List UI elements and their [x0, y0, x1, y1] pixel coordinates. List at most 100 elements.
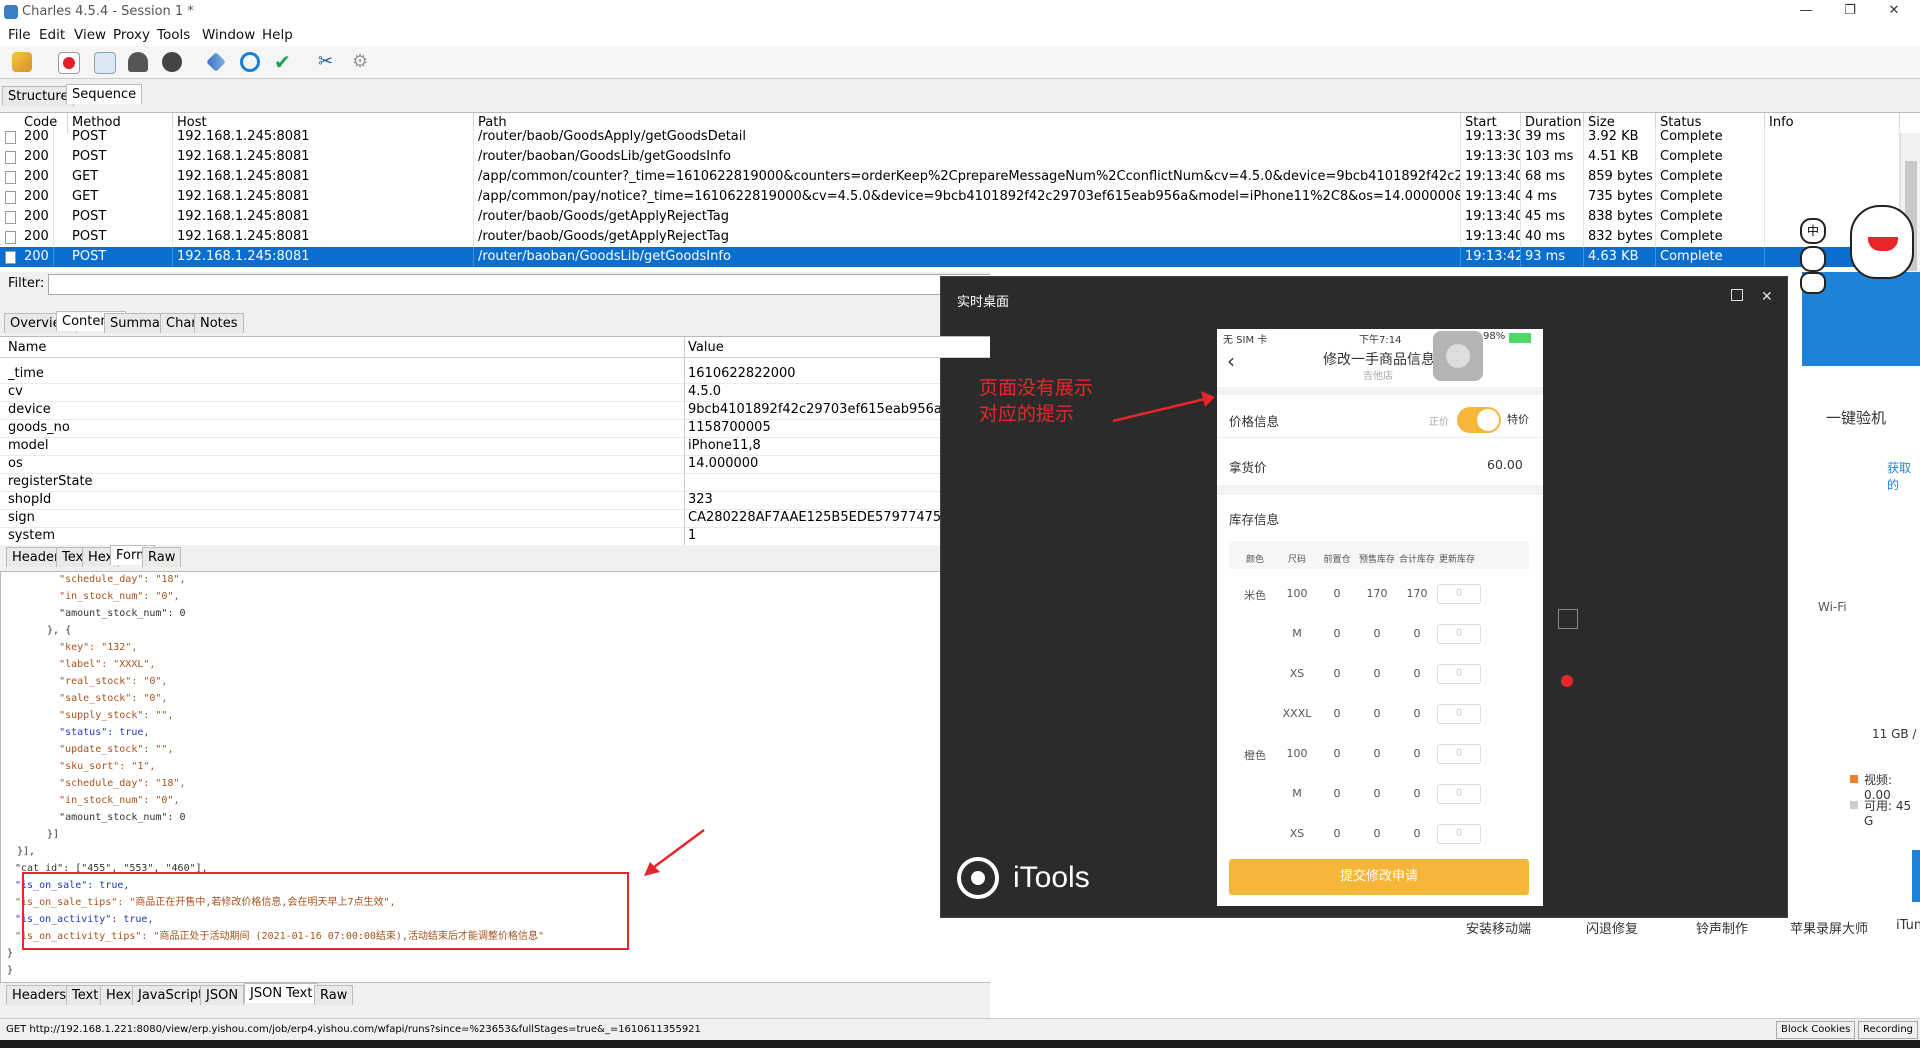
json-line: "schedule_day": "18", [35, 574, 186, 585]
form-row[interactable]: sign CA280228AF7AAE125B5EDE57977475AC [0, 509, 990, 528]
phone-time: 下午7:14 [1359, 335, 1402, 346]
cell-status: Complete [1656, 207, 1765, 227]
stock-update-input[interactable]: 0 [1437, 824, 1481, 844]
maximize-button[interactable]: ❐ [1830, 0, 1870, 22]
throttle-icon[interactable] [94, 52, 116, 74]
tab-sequence[interactable]: Sequence [66, 84, 143, 104]
annotation-line-2: 对应的提示 [979, 403, 1075, 425]
back-chevron-icon[interactable]: ‹ [1227, 349, 1235, 373]
request-tab-raw[interactable]: Raw [142, 547, 182, 567]
stock-cell-total: 0 [1413, 627, 1421, 640]
form-row[interactable]: registerState [0, 473, 990, 492]
itools-maximize-icon[interactable] [1731, 289, 1743, 301]
stock-update-input[interactable]: 0 [1437, 664, 1481, 684]
menu-edit[interactable]: Edit [39, 27, 65, 43]
tool-crash-repair[interactable]: 闪退修复 [1586, 918, 1638, 937]
tools-icon[interactable]: ✂ [318, 52, 338, 72]
tab-structure[interactable]: Structure [2, 86, 75, 106]
stock-update-input[interactable]: 0 [1437, 784, 1481, 804]
menu-file[interactable]: File [8, 27, 31, 43]
special-price-toggle[interactable] [1457, 407, 1501, 433]
cell-code: 200 [20, 127, 54, 147]
bg-link[interactable]: 获取的 [1887, 459, 1920, 493]
minimize-button[interactable]: — [1786, 0, 1826, 22]
table-row[interactable]: 200 POST 192.168.1.245:8081/router/baob/Go… [0, 227, 1900, 247]
response-tab-headers[interactable]: Headers [6, 985, 73, 1005]
cell-size: 4.51 KB [1584, 147, 1656, 167]
check-icon[interactable]: ✔ [274, 52, 294, 72]
ime-punctuation-icon[interactable] [1800, 246, 1826, 272]
response-tab-javascript[interactable]: JavaScript [132, 985, 210, 1005]
block-cookies-button[interactable]: Block Cookies [1776, 1021, 1856, 1039]
form-row[interactable]: _time 1610622822000 [0, 365, 990, 384]
red-arrow-icon [644, 828, 705, 876]
form-value: iPhone11,8 [688, 438, 761, 453]
ime-chinese-icon[interactable]: 中 [1800, 218, 1826, 244]
form-row[interactable]: model iPhone11,8 [0, 437, 990, 456]
assistive-touch-button[interactable] [1433, 331, 1483, 381]
request-doc-icon [5, 171, 16, 184]
response-tab-json-text[interactable]: JSON Text [244, 983, 319, 1003]
form-row[interactable]: goods_no 1158700005 [0, 419, 990, 438]
tool-itunes[interactable]: iTun [1896, 918, 1920, 933]
form-row[interactable]: system 1 [0, 527, 990, 545]
cost-value: 60.00 [1487, 457, 1523, 472]
settings-icon[interactable]: ⚙ [352, 52, 372, 72]
mascot-watermelon [1868, 237, 1898, 251]
menu-view[interactable]: View [74, 27, 106, 43]
table-row[interactable]: 200 POST 192.168.1.245:8081/router/baob/Go… [0, 127, 1900, 147]
ime-skin-icon[interactable] [1800, 272, 1826, 294]
stock-cell-size: XS [1289, 827, 1305, 840]
turtle-icon[interactable] [128, 52, 148, 72]
mascot-icon[interactable] [1850, 205, 1914, 279]
table-row[interactable]: 200 POST 192.168.1.245:8081/router/baoban/… [0, 147, 1900, 167]
one-key-check[interactable]: 一键验机 [1826, 407, 1886, 428]
menu-tools[interactable]: Tools [157, 27, 190, 43]
cell-duration: 93 ms [1521, 247, 1584, 267]
form-value: 323 [688, 492, 713, 507]
table-row[interactable]: 200 POST 192.168.1.245:8081/router/baoban/… [0, 247, 1900, 267]
cell-size: 735 bytes [1584, 187, 1656, 207]
menu-proxy[interactable]: Proxy [113, 27, 150, 43]
menu-window[interactable]: Window [202, 27, 255, 43]
stock-update-input[interactable]: 0 [1437, 744, 1481, 764]
record-button[interactable] [58, 52, 80, 74]
form-row[interactable]: cv 4.5.0 [0, 383, 990, 402]
form-header-name: Name [8, 340, 47, 355]
tool-ringtone[interactable]: 铃声制作 [1696, 918, 1748, 937]
table-row[interactable]: 200 GET 192.168.1.245:8081/app/common/coun… [0, 167, 1900, 187]
refresh-icon[interactable] [240, 52, 260, 72]
request-table: Code Method Host Path Start Duration Siz… [0, 112, 1920, 274]
itools-close-icon[interactable]: ✕ [1761, 289, 1773, 305]
fullscreen-icon[interactable] [1558, 609, 1578, 629]
close-button[interactable]: ✕ [1874, 0, 1914, 22]
table-row[interactable]: 200 POST 192.168.1.245:8081/router/baob/Go… [0, 207, 1900, 227]
response-tab-text[interactable]: Text [66, 985, 105, 1005]
response-tab-raw[interactable]: Raw [314, 985, 354, 1005]
cell-host: 192.168.1.245:8081 [173, 127, 474, 147]
recording-button[interactable]: Recording [1858, 1021, 1919, 1039]
form-key: _time [8, 366, 44, 381]
cell-method: GET [68, 187, 173, 207]
breakpoint-icon[interactable] [162, 52, 182, 72]
cell-duration: 45 ms [1521, 207, 1584, 227]
tool-install-mobile[interactable]: 安装移动端 [1466, 918, 1531, 937]
form-row[interactable]: os 14.000000 [0, 455, 990, 474]
broom-icon[interactable] [12, 52, 32, 72]
pen-icon[interactable] [206, 52, 226, 72]
stock-update-input[interactable]: 0 [1437, 584, 1481, 604]
submit-change-button[interactable]: 提交修改申请 [1229, 859, 1529, 895]
itunes-icon[interactable] [1912, 850, 1920, 902]
tab-notes[interactable]: Notes [194, 313, 244, 333]
stock-update-input[interactable]: 0 [1437, 704, 1481, 724]
response-tab-json[interactable]: JSON [200, 985, 245, 1005]
form-row[interactable]: device 9bcb4101892f42c29703ef615eab956a [0, 401, 990, 420]
form-row[interactable]: shopId 323 [0, 491, 990, 510]
menu-help[interactable]: Help [262, 27, 293, 43]
table-row[interactable]: 200 GET 192.168.1.245:8081/app/common/pay/… [0, 187, 1900, 207]
cell-status: Complete [1656, 187, 1765, 207]
toggle-knob [1477, 409, 1499, 431]
tool-screen-recorder[interactable]: 苹果录屏大师 [1790, 918, 1868, 937]
record-indicator [1561, 675, 1573, 687]
stock-update-input[interactable]: 0 [1437, 624, 1481, 644]
